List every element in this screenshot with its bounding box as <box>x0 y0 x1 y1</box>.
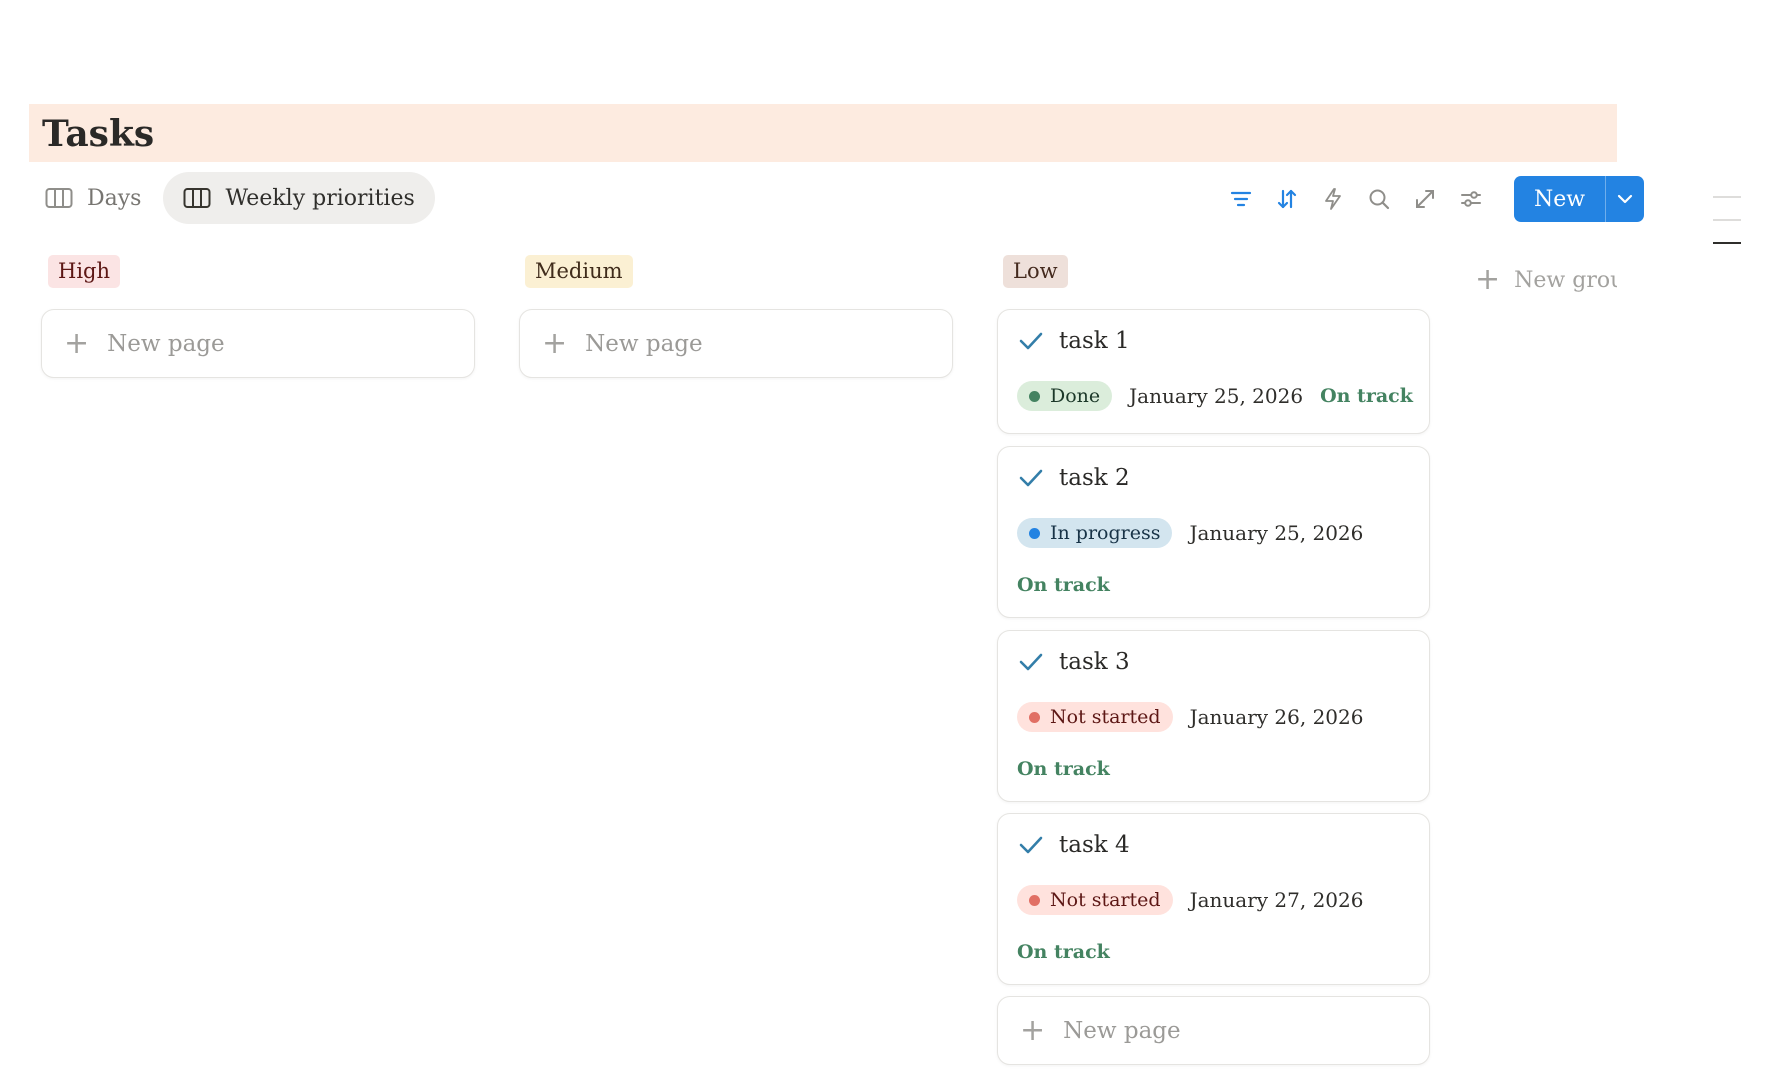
task-name: task 3 <box>1059 649 1130 675</box>
status-badge: Not started <box>1017 702 1173 732</box>
tab-weekly-priorities[interactable]: Weekly priorities <box>163 172 435 224</box>
filter-icon <box>1230 191 1252 207</box>
new-button-group: New <box>1514 176 1645 222</box>
group-label-high[interactable]: High <box>48 255 120 288</box>
chevron-down-icon <box>1618 194 1633 204</box>
page-outline-indicator[interactable] <box>1713 196 1741 265</box>
status-label: In progress <box>1050 522 1161 544</box>
status-badge: In progress <box>1017 518 1173 548</box>
outline-tick-active <box>1713 242 1741 244</box>
task-title-row: task 4 <box>1018 832 1130 858</box>
search-icon <box>1369 189 1390 210</box>
task-properties: Done January 25, 2026 On track <box>1017 381 1417 411</box>
new-group-button[interactable]: + New group <box>1475 265 1617 295</box>
due-date: January 26, 2026 <box>1189 705 1364 729</box>
new-button[interactable]: New <box>1514 176 1605 222</box>
task-properties: Not started January 26, 2026 On track <box>1017 702 1417 780</box>
checkmark-icon <box>1019 469 1043 487</box>
group-label-medium[interactable]: Medium <box>525 255 633 288</box>
task-card[interactable]: task 4 Not started January 27, 2026 On t… <box>997 813 1430 985</box>
task-title-row: task 3 <box>1018 649 1130 675</box>
expand-button[interactable] <box>1402 176 1448 222</box>
view-tabs: Days Weekly priorities <box>35 172 435 224</box>
new-page-button-low[interactable]: + New page <box>997 996 1430 1065</box>
expand-icon <box>1416 190 1434 208</box>
task-card[interactable]: task 1 Done January 25, 2026 On track <box>997 309 1430 434</box>
checkmark-icon <box>1019 653 1043 671</box>
task-properties: In progress January 25, 2026 On track <box>1017 518 1417 596</box>
task-name: task 1 <box>1059 328 1130 354</box>
plus-icon: + <box>542 325 568 361</box>
checkmark-icon <box>1019 836 1043 854</box>
track-status: On track <box>1320 385 1413 407</box>
new-group-label: New group <box>1514 267 1617 293</box>
board-icon <box>183 188 211 208</box>
automation-button[interactable] <box>1310 176 1356 222</box>
plus-icon: + <box>1475 265 1501 295</box>
due-date: January 25, 2026 <box>1129 384 1304 408</box>
track-status: On track <box>1017 574 1110 596</box>
due-date: January 25, 2026 <box>1189 521 1364 545</box>
task-name: task 2 <box>1059 465 1130 491</box>
status-label: Not started <box>1050 706 1161 728</box>
plus-icon: + <box>1020 1012 1046 1048</box>
status-label: Done <box>1050 385 1101 407</box>
new-page-label: New page <box>1063 1017 1181 1044</box>
task-name: task 4 <box>1059 832 1130 858</box>
status-dot <box>1029 527 1040 539</box>
outline-tick <box>1713 196 1741 198</box>
view-settings-button[interactable] <box>1448 176 1494 222</box>
new-page-label: New page <box>107 330 225 357</box>
checkmark-icon <box>1019 332 1043 350</box>
sort-button[interactable] <box>1264 176 1310 222</box>
status-badge: Done <box>1017 381 1113 411</box>
track-status: On track <box>1017 758 1110 780</box>
tab-label: Days <box>87 185 142 211</box>
tab-label: Weekly priorities <box>225 185 415 211</box>
new-page-button-high[interactable]: + New page <box>41 309 475 378</box>
automation-icon <box>1325 188 1341 210</box>
search-button[interactable] <box>1356 176 1402 222</box>
status-dot <box>1029 390 1040 402</box>
plus-icon: + <box>64 325 90 361</box>
new-page-label: New page <box>585 330 703 357</box>
task-card[interactable]: task 2 In progress January 25, 2026 On t… <box>997 446 1430 618</box>
task-properties: Not started January 27, 2026 On track <box>1017 885 1417 963</box>
settings-icon <box>1461 191 1481 207</box>
group-label-low[interactable]: Low <box>1003 255 1068 288</box>
outline-tick <box>1713 219 1741 221</box>
page-title[interactable]: Tasks <box>42 112 154 156</box>
page-header-banner: Tasks <box>29 104 1617 162</box>
status-badge: Not started <box>1017 885 1173 915</box>
task-card[interactable]: task 3 Not started January 26, 2026 On t… <box>997 630 1430 802</box>
task-title-row: task 2 <box>1018 465 1130 491</box>
track-status: On track <box>1017 941 1110 963</box>
filter-button[interactable] <box>1218 176 1264 222</box>
status-dot <box>1029 894 1040 906</box>
board-icon <box>45 188 73 208</box>
status-dot <box>1029 711 1040 723</box>
sort-icon <box>1277 189 1297 209</box>
database-toolbar: New <box>1218 176 1645 222</box>
status-label: Not started <box>1050 889 1161 911</box>
due-date: January 27, 2026 <box>1189 888 1364 912</box>
tab-days[interactable]: Days <box>35 172 151 224</box>
new-page-button-medium[interactable]: + New page <box>519 309 953 378</box>
task-title-row: task 1 <box>1018 328 1130 354</box>
new-options-button[interactable] <box>1605 176 1644 222</box>
